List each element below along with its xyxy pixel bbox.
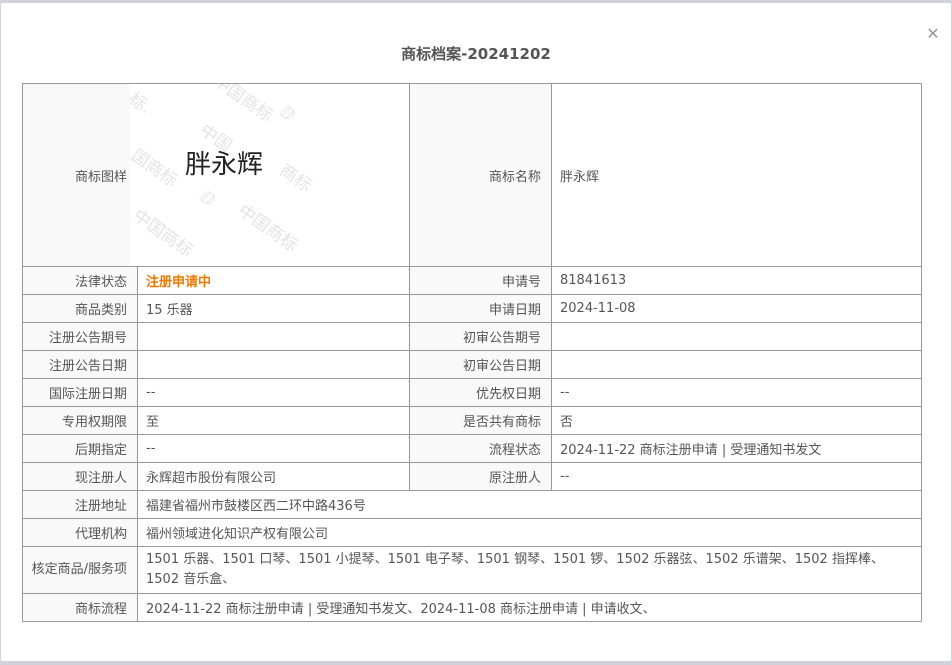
value-application-number: 81841613 <box>551 266 922 295</box>
value-prelim-announce-date <box>551 350 922 379</box>
value-reg-announce-no <box>137 322 410 351</box>
table-row: 现注册人 永辉超市股份有限公司 原注册人 -- <box>22 462 922 491</box>
value-current-registrant: 永辉超市股份有限公司 <box>137 462 410 491</box>
value-reg-announce-date <box>137 350 410 379</box>
value-application-date: 2024-11-08 <box>551 294 922 323</box>
table-row: 注册公告期号 初审公告期号 <box>22 322 922 351</box>
label-priority-date: 优先权日期 <box>409 378 552 407</box>
label-legal-status: 法律状态 <box>22 266 138 295</box>
value-later-designation: -- <box>137 434 410 463</box>
label-goods-services: 核定商品/服务项 <box>22 546 138 594</box>
table-row: 商标流程 2024-11-22 商标注册申请 | 受理通知书发文、2024-11… <box>22 593 922 622</box>
value-address: 福建省福州市鼓楼区西二环中路436号 <box>137 490 922 519</box>
table-row: 注册地址 福建省福州市鼓楼区西二环中路436号 <box>22 490 922 519</box>
close-icon[interactable]: ✕ <box>926 26 940 42</box>
value-class: 15 乐器 <box>137 294 410 323</box>
value-exclusive-period: 至 <box>137 406 410 435</box>
value-agency: 福州领域进化知识产权有限公司 <box>137 518 922 547</box>
label-trademark-name: 商标名称 <box>409 83 552 267</box>
trademark-dialog: ✕ 商标档案-20241202 商标图样 标. 中国商标 ⅅ 中国 国商标 商标… <box>1 3 951 661</box>
label-class: 商品类别 <box>22 294 138 323</box>
value-original-registrant: -- <box>551 462 922 491</box>
table-row: 代理机构 福州领域进化知识产权有限公司 <box>22 518 922 547</box>
value-shared-trademark: 否 <box>551 406 922 435</box>
label-trademark-image: 商标图样 <box>22 83 138 267</box>
table-row: 法律状态 注册申请中 申请号 81841613 <box>22 266 922 295</box>
label-exclusive-period: 专用权期限 <box>22 406 138 435</box>
label-prelim-announce-no: 初审公告期号 <box>409 322 552 351</box>
dialog-title: 商标档案-20241202 <box>401 45 551 63</box>
value-prelim-announce-no <box>551 322 922 351</box>
label-intl-reg-date: 国际注册日期 <box>22 378 138 407</box>
table-row: 核定商品/服务项 1501 乐器、1501 口琴、1501 小提琴、1501 电… <box>22 546 922 594</box>
value-priority-date: -- <box>551 378 922 407</box>
label-reg-announce-date: 注册公告日期 <box>22 350 138 379</box>
label-application-date: 申请日期 <box>409 294 552 323</box>
trademark-mark-text: 胖永辉 <box>185 150 264 180</box>
label-agency: 代理机构 <box>22 518 138 547</box>
value-process-status: 2024-11-22 商标注册申请 | 受理通知书发文 <box>551 434 922 463</box>
trademark-info-table: 商标图样 标. 中国商标 ⅅ 中国 国商标 商标 ⅅ 中国商标 中国商标 胖永辉… <box>22 83 922 622</box>
table-row: 后期指定 -- 流程状态 2024-11-22 商标注册申请 | 受理通知书发文 <box>22 434 922 463</box>
label-current-registrant: 现注册人 <box>22 462 138 491</box>
label-shared-trademark: 是否共有商标 <box>409 406 552 435</box>
label-process-status: 流程状态 <box>409 434 552 463</box>
label-later-designation: 后期指定 <box>22 434 138 463</box>
label-application-number: 申请号 <box>409 266 552 295</box>
label-address: 注册地址 <box>22 490 138 519</box>
value-legal-status: 注册申请中 <box>137 266 410 295</box>
value-trademark-process: 2024-11-22 商标注册申请 | 受理通知书发文、2024-11-08 商… <box>137 593 922 622</box>
table-row: 注册公告日期 初审公告日期 <box>22 350 922 379</box>
value-trademark-name: 胖永辉 <box>551 83 922 267</box>
table-row: 专用权期限 至 是否共有商标 否 <box>22 406 922 435</box>
label-reg-announce-no: 注册公告期号 <box>22 322 138 351</box>
label-original-registrant: 原注册人 <box>409 462 552 491</box>
value-intl-reg-date: -- <box>137 378 410 407</box>
label-trademark-process: 商标流程 <box>22 593 138 622</box>
trademark-image: 标. 中国商标 ⅅ 中国 国商标 商标 ⅅ 中国商标 中国商标 胖永辉 <box>130 83 410 267</box>
value-goods-services: 1501 乐器、1501 口琴、1501 小提琴、1501 电子琴、1501 钢… <box>137 546 922 594</box>
table-row: 商标图样 标. 中国商标 ⅅ 中国 国商标 商标 ⅅ 中国商标 中国商标 胖永辉… <box>22 83 922 267</box>
table-row: 商品类别 15 乐器 申请日期 2024-11-08 <box>22 294 922 323</box>
label-prelim-announce-date: 初审公告日期 <box>409 350 552 379</box>
table-row: 国际注册日期 -- 优先权日期 -- <box>22 378 922 407</box>
